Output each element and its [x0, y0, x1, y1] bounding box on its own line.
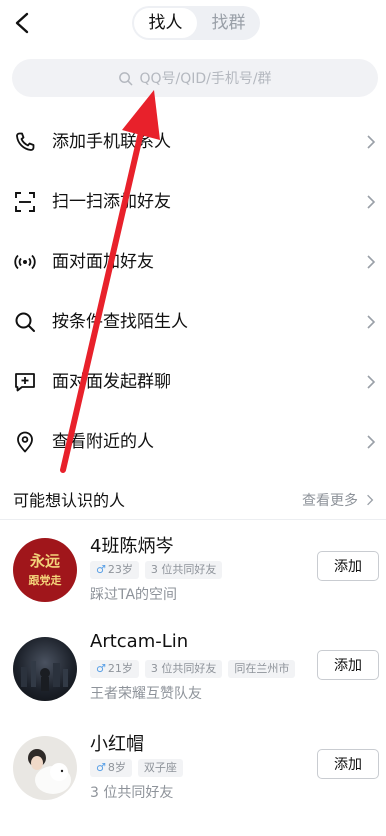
age-tag: ♂ 21岁 — [90, 660, 139, 678]
male-icon: ♂ — [96, 662, 106, 675]
chevron-right-icon — [367, 315, 376, 329]
person-description: 踩过TA的空间 — [90, 587, 178, 603]
chevron-right-icon — [367, 494, 374, 506]
phone-icon — [16, 132, 35, 151]
menu-label: 添加手机联系人 — [52, 132, 171, 152]
scan-icon — [15, 192, 35, 212]
avatar: 永远 跟党走 — [13, 538, 77, 602]
avatar-text-line1: 永远 — [29, 552, 60, 570]
chevron-right-icon — [367, 135, 376, 149]
menu-scan-add-friend[interactable]: 扫一扫添加好友 — [0, 172, 386, 232]
menu-label: 面对面发起群聊 — [52, 372, 171, 392]
chevron-right-icon — [367, 435, 376, 449]
avatar — [13, 637, 77, 701]
search-icon — [15, 312, 35, 332]
menu-label: 查看附近的人 — [52, 432, 154, 452]
age-tag: ♂ 23岁 — [90, 561, 139, 579]
see-more-link[interactable]: 查看更多 — [302, 490, 374, 510]
chat-add-icon — [15, 373, 35, 392]
mutual-friends-tag: 3 位共同好友 — [144, 660, 223, 678]
section-title: 可能想认识的人 — [13, 491, 126, 510]
chevron-right-icon — [367, 195, 376, 209]
search-input[interactable]: QQ号/QID/手机号/群 — [12, 59, 378, 97]
back-arrow-icon[interactable] — [8, 8, 38, 38]
menu-label: 扫一扫添加好友 — [52, 192, 171, 212]
menu-label: 按条件查找陌生人 — [52, 312, 188, 332]
location-tag: 同在兰州市 — [228, 660, 296, 678]
menu-label: 面对面加好友 — [52, 252, 154, 272]
chevron-right-icon — [367, 255, 376, 269]
avatar — [13, 736, 77, 800]
location-icon — [17, 431, 33, 453]
menu-start-group-chat[interactable]: 面对面发起群聊 — [0, 352, 386, 412]
add-friend-button[interactable]: 添加 — [317, 551, 379, 581]
person-description: 王者荣耀互赞队友 — [90, 686, 202, 702]
male-icon: ♂ — [96, 563, 106, 576]
person-name: Artcam-Lin — [90, 631, 189, 652]
see-more-label: 查看更多 — [302, 493, 358, 509]
age-tag: ♂ 8岁 — [90, 759, 132, 777]
menu-add-phone-contacts[interactable]: 添加手机联系人 — [0, 112, 386, 172]
divider — [0, 519, 386, 520]
menu-nearby-people[interactable]: 查看附近的人 — [0, 412, 386, 472]
zodiac-tag: 双子座 — [137, 759, 183, 777]
add-friend-button[interactable]: 添加 — [317, 749, 379, 779]
list-item[interactable]: Artcam-Lin ♂ 21岁 3 位共同好友 同在兰州市 王者荣耀互赞队友 添… — [0, 631, 386, 737]
male-icon: ♂ — [96, 761, 106, 774]
list-item[interactable]: 小红帽 ♂ 8岁 双子座 3 位共同好友 添加 — [0, 734, 386, 836]
search-icon — [119, 71, 133, 85]
list-item[interactable]: 永远 跟党走 4班陈炳岑 ♂ 23岁 3 位共同好友 踩过TA的空间 添加 — [0, 536, 386, 638]
tab-find-people[interactable]: 找人 — [134, 8, 197, 38]
menu-search-strangers[interactable]: 按条件查找陌生人 — [0, 292, 386, 352]
chevron-right-icon — [367, 375, 376, 389]
person-name: 4班陈炳岑 — [90, 536, 174, 557]
avatar-text-line2: 跟党走 — [29, 573, 62, 587]
mutual-friends-tag: 3 位共同好友 — [144, 561, 223, 579]
segment-control: 找人 找群 — [132, 6, 260, 40]
person-name: 小红帽 — [90, 734, 144, 755]
person-description: 3 位共同好友 — [90, 785, 174, 801]
search-placeholder: QQ号/QID/手机号/群 — [139, 71, 272, 87]
broadcast-icon — [14, 254, 36, 270]
menu-face-to-face-add[interactable]: 面对面加好友 — [0, 232, 386, 292]
tab-find-groups[interactable]: 找群 — [197, 8, 260, 38]
add-friend-button[interactable]: 添加 — [317, 650, 379, 680]
